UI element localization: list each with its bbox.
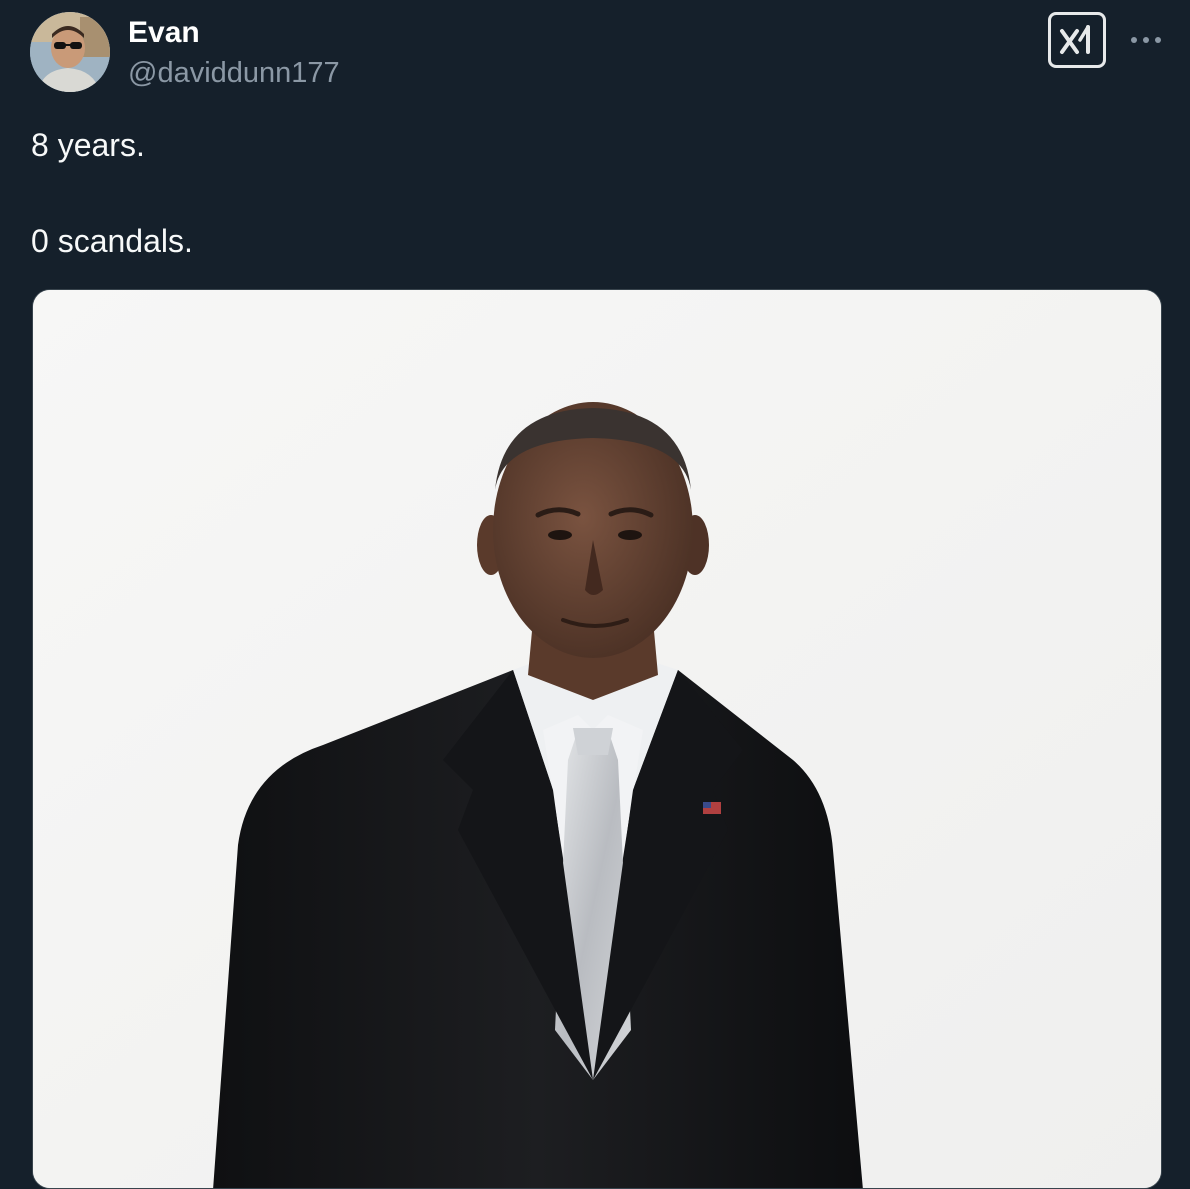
author-handle[interactable]: @daviddunn177 xyxy=(128,56,340,90)
portrait-photo xyxy=(33,290,1161,1188)
post-card: Evan @daviddunn177 8 years. 0 scandals. xyxy=(0,0,1190,1189)
post-media-image[interactable] xyxy=(32,289,1162,1189)
xai-button[interactable] xyxy=(1048,12,1106,68)
author-name[interactable]: Evan xyxy=(128,16,200,50)
author-avatar[interactable] xyxy=(30,12,110,92)
avatar-photo-icon xyxy=(30,12,110,92)
more-options-button[interactable] xyxy=(1126,24,1166,56)
post-text-line: 8 years. xyxy=(31,127,145,163)
xai-logo-icon xyxy=(1060,25,1090,54)
post-text-line: 0 scandals. xyxy=(31,223,193,259)
more-horizontal-icon xyxy=(1131,37,1161,43)
